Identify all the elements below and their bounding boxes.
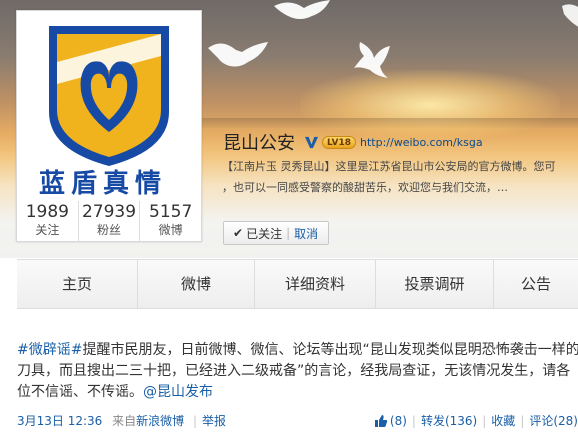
logo-slogan: 蓝盾真情 — [38, 169, 167, 199]
bio-line: ，也可以一同感受警察的酸甜苦乐，欢迎您与我们交流，… — [222, 181, 508, 194]
stat-number: 27939 — [81, 202, 137, 222]
comment-button[interactable]: 评论(28) — [529, 412, 578, 429]
followed-label: 已关注 — [246, 226, 283, 241]
profile-header: 昆山公安 LV18 http://weibo.com/ksga — [223, 130, 483, 154]
hashtag-link[interactable]: #微辟谣# — [17, 342, 82, 358]
post-line: 位不信谣、不传谣。@昆山发布 — [17, 382, 578, 403]
verified-v-icon[interactable] — [304, 135, 319, 150]
weibo-post: #微辟谣#提醒市民朋友，日前微博、微信、论坛等出现“昆山发现类似昆明恐怖袭击一样… — [17, 340, 578, 403]
dove-image — [274, 0, 330, 19]
stat-number: 5157 — [149, 202, 193, 222]
profile-nav-tabs: 主页 微博 详细资料 投票调研 公告 — [17, 259, 578, 309]
tab-announcements[interactable]: 公告 — [494, 260, 578, 308]
stat-following[interactable]: 1989 关注 — [17, 201, 79, 241]
profile-name: 昆山公安 — [223, 133, 295, 154]
divider: | — [482, 413, 487, 428]
repost-button[interactable]: 转发(136) — [421, 412, 477, 429]
post-line: #微辟谣#提醒市民朋友，日前微博、微信、论坛等出现“昆山发现类似昆明恐怖袭击一样… — [17, 340, 578, 361]
like-count[interactable]: (8) — [390, 414, 407, 428]
post-actions: (8) | 转发(136) | 收藏 | 评论(28) — [374, 412, 578, 429]
post-text: 提醒市民朋友，日前微博、微信、论坛等出现“昆山发现类似昆明恐怖袭击一样的 — [82, 342, 578, 358]
dove-image — [208, 42, 268, 67]
tab-details[interactable]: 详细资料 — [255, 260, 376, 308]
stat-label: 关注 — [35, 223, 60, 237]
tab-weibo[interactable]: 微博 — [138, 260, 255, 308]
favorite-button[interactable]: 收藏 — [491, 412, 515, 429]
stat-label: 微博 — [158, 223, 183, 237]
stat-posts[interactable]: 5157 微博 — [140, 201, 201, 241]
unfollow-link[interactable]: 取消 — [294, 225, 318, 242]
check-icon: ✔ — [233, 226, 244, 240]
stat-label: 粉丝 — [97, 223, 122, 237]
mention-link[interactable]: @昆山发布 — [143, 384, 213, 400]
profile-url-link[interactable]: http://weibo.com/ksga — [360, 136, 483, 149]
stat-followers[interactable]: 27939 粉丝 — [79, 201, 141, 241]
tab-home[interactable]: 主页 — [17, 260, 138, 308]
divider: | — [520, 413, 525, 428]
level-badge[interactable]: LV18 — [322, 135, 356, 149]
post-meta-left: 3月13日 12:36 来自新浪微博 | 举报 — [17, 412, 226, 429]
source-prefix: 来自 — [112, 414, 137, 428]
profile-stats: 1989 关注 27939 粉丝 5157 微博 — [17, 201, 201, 241]
tab-polls[interactable]: 投票调研 — [376, 260, 494, 308]
horizon — [200, 118, 578, 128]
dove-image — [562, 4, 578, 27]
source-link[interactable]: 新浪微博 — [136, 414, 184, 428]
divider: | — [193, 414, 198, 428]
report-link[interactable]: 举报 — [202, 414, 226, 428]
bio-line: 【江南片玉 灵秀昆山】这里是江苏省昆山市公安局的官方微博。您可 — [222, 160, 556, 173]
post-text: 刀具，而且搜出二三十把，已经进入二级戒备”的言论，经我局查证，无该情况发生，请各 — [17, 363, 571, 379]
profile-avatar-card[interactable]: 蓝盾真情 1989 关注 27939 粉丝 5157 微博 — [16, 10, 202, 242]
post-time-link[interactable]: 3月13日 12:36 — [17, 414, 102, 428]
post-text: 位不信谣、不传谣。 — [17, 384, 143, 400]
divider: | — [411, 413, 416, 428]
post-meta: 3月13日 12:36 来自新浪微博 | 举报 (8) | 转发(136) | 收… — [17, 412, 578, 430]
stat-number: 1989 — [25, 202, 69, 222]
thumbs-up-icon[interactable] — [374, 414, 388, 428]
divider: | — [286, 226, 291, 240]
profile-bio: 【江南片玉 灵秀昆山】这里是江苏省昆山市公安局的官方微博。您可 ，也可以一同感受… — [222, 156, 578, 198]
follow-status-button[interactable]: ✔ 已关注 | 取消 — [223, 221, 329, 245]
dove-image — [354, 42, 390, 78]
